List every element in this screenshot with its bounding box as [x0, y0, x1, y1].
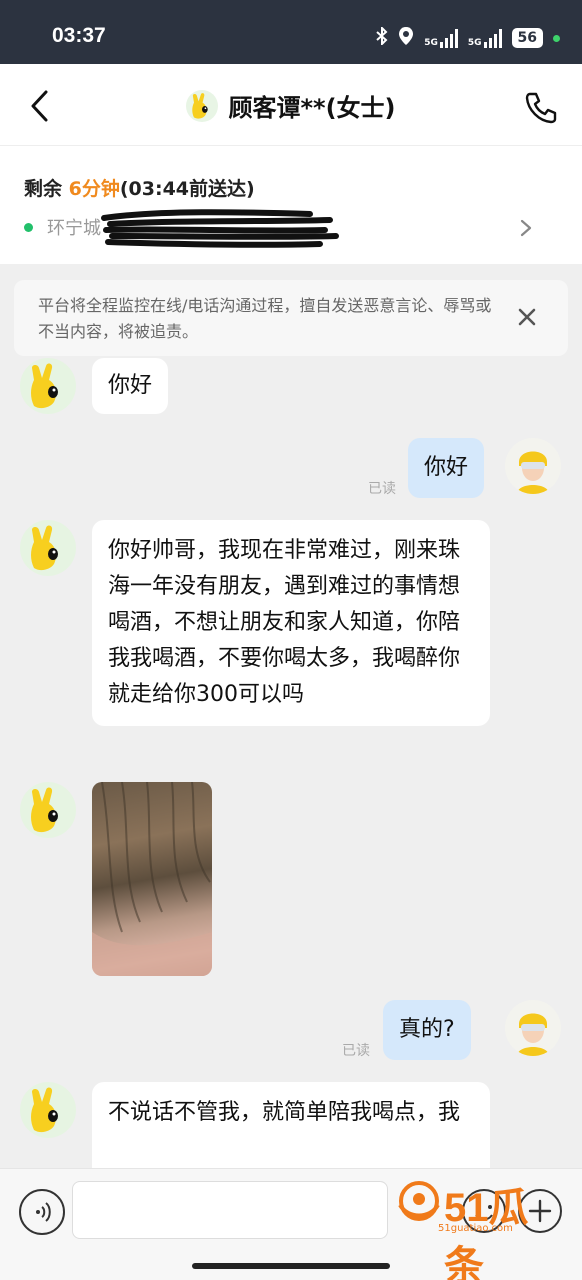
watermark-url: 51guatiao.com [438, 1223, 513, 1234]
customer-avatar[interactable] [20, 358, 76, 414]
customer-avatar-small [186, 89, 219, 122]
message-bubble-me[interactable]: 真的? [383, 1000, 471, 1060]
redaction-scribble [101, 209, 339, 248]
read-status: 已读 [342, 1043, 370, 1059]
customer-avatar[interactable] [20, 782, 76, 838]
watermark: 51瓜条 51guatiao.com [392, 1175, 562, 1280]
mascot-icon [192, 92, 209, 119]
status-time: 03:37 [52, 24, 106, 47]
phone-icon [525, 92, 557, 124]
input-bar: 51瓜条 51guatiao.com [0, 1168, 582, 1280]
message-bubble[interactable]: 你好 [92, 358, 169, 414]
status-bar: 03:37 5G 5G 56 [0, 0, 582, 64]
address-dot [24, 222, 33, 232]
bluetooth-icon [376, 25, 388, 49]
order-info-card[interactable]: 剩余 6分钟(03:44前送达) 环宁城 [0, 146, 582, 264]
customer-name: 顾客谭**(女士) [228, 94, 396, 122]
deadline-text: (03:44前送达) [119, 178, 255, 200]
mascot-icon [31, 363, 58, 409]
notice-text: 平台将全程监控在线/电话沟通过程，擅自发送恶意言论、辱骂或不当内容，将被追责。 [38, 296, 492, 341]
signal-5g-icon-2: 5G [468, 28, 502, 48]
home-indicator[interactable] [192, 1263, 390, 1269]
delivery-address: 环宁城 [24, 214, 101, 240]
customer-avatar[interactable] [20, 520, 76, 576]
chat-title: 顾客谭**(女士) [0, 88, 582, 123]
mascot-icon [31, 525, 58, 571]
rider-avatar-icon [505, 438, 561, 494]
my-avatar[interactable] [505, 438, 561, 494]
photo-thumbnail [92, 782, 212, 976]
my-avatar[interactable] [505, 1000, 561, 1056]
image-message[interactable] [92, 782, 212, 976]
read-status: 已读 [368, 481, 396, 497]
customer-avatar[interactable] [20, 1082, 76, 1138]
close-icon[interactable] [516, 306, 538, 328]
message-bubble-me[interactable]: 你好 [408, 438, 485, 498]
chat-header: 顾客谭**(女士) [0, 64, 582, 146]
monitoring-notice: 平台将全程监控在线/电话沟通过程，擅自发送恶意言论、辱骂或不当内容，将被追责。 [14, 280, 568, 356]
address-text: 环宁城 [47, 218, 101, 239]
mascot-icon [31, 787, 58, 833]
signal-5g-icon: 5G [424, 28, 458, 48]
call-button[interactable] [524, 90, 558, 124]
status-icons: 5G 5G 56 [376, 25, 560, 50]
voice-button[interactable] [19, 1189, 65, 1235]
status-dot [553, 34, 560, 42]
message-bubble[interactable]: 你好帅哥，我现在非常难过，刚来珠海一年没有朋友，遇到难过的事情想喝酒，不想让朋友… [92, 520, 490, 726]
remaining-minutes: 6分钟 [68, 178, 120, 200]
chevron-right-icon [520, 219, 532, 237]
delivery-countdown: 剩余 6分钟(03:44前送达) [24, 178, 255, 200]
location-icon [398, 26, 414, 50]
rider-avatar-icon [505, 1000, 561, 1056]
voice-icon [36, 1202, 51, 1222]
mascot-icon [31, 1087, 58, 1133]
battery-indicator: 56 [511, 28, 543, 48]
message-input[interactable] [72, 1181, 388, 1239]
